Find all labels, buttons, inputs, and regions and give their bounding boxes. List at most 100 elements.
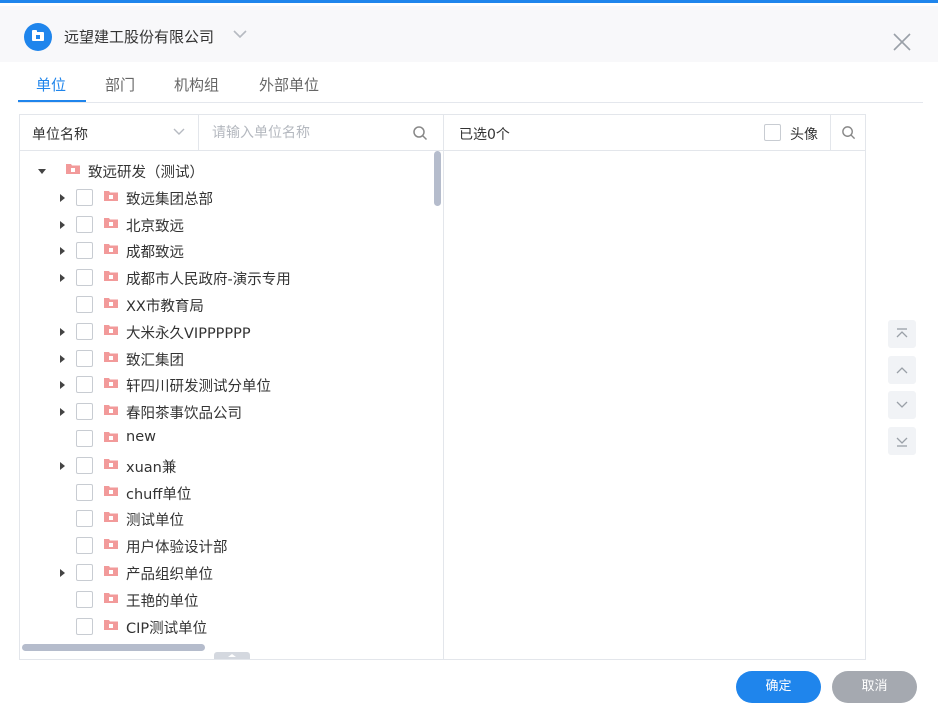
tree-node[interactable]: 王艳的单位: [20, 586, 433, 613]
tree-node[interactable]: 测试单位: [20, 505, 433, 532]
tree-node-label: 成都致远: [126, 245, 184, 262]
tree-node-label: 致远集团总部: [126, 191, 213, 208]
tree-node[interactable]: CIP测试单位: [20, 613, 433, 640]
tab-external-unit[interactable]: 外部单位: [259, 74, 319, 95]
tree-node[interactable]: 致远集团总部: [20, 184, 433, 211]
caret-right-icon[interactable]: [60, 354, 65, 363]
org-name[interactable]: 远望建工股份有限公司: [64, 26, 214, 47]
tree-node-label: CIP测试单位: [126, 620, 208, 637]
tree-node[interactable]: 轩四川研发测试分单位: [20, 371, 433, 398]
caret-right-icon[interactable]: [60, 569, 65, 577]
tree-node-label: 大米永久VIPPPPPP: [126, 325, 251, 342]
collapse-toggle[interactable]: [214, 652, 250, 659]
checkbox[interactable]: [76, 376, 93, 394]
tree-node-label: new: [126, 429, 156, 445]
checkbox[interactable]: [76, 296, 93, 313]
caret-right-icon[interactable]: [60, 381, 65, 390]
caret-right-icon[interactable]: [60, 408, 65, 417]
checkbox[interactable]: [76, 403, 93, 421]
tree-node[interactable]: new: [20, 425, 433, 452]
move-to-top-button[interactable]: [888, 320, 916, 348]
tree-node-label: 成都市人民政府-演示专用: [126, 272, 291, 289]
tree-node[interactable]: 成都市人民政府-演示专用: [20, 264, 433, 291]
unit-folder-icon: [104, 190, 118, 201]
unit-folder-icon: [104, 619, 118, 630]
search-type-select[interactable]: 单位名称: [20, 115, 199, 150]
tab-department[interactable]: 部门: [105, 74, 135, 95]
checkbox[interactable]: [76, 617, 93, 635]
move-top-icon: [896, 328, 908, 338]
tree-node-label: xuan兼: [126, 459, 177, 476]
move-down-button[interactable]: [888, 391, 916, 419]
search-icon[interactable]: [412, 125, 428, 141]
unit-search-input[interactable]: [200, 115, 415, 150]
unit-folder-icon: [104, 485, 118, 496]
checkbox[interactable]: [76, 188, 93, 206]
tree-node[interactable]: XX市教育局: [20, 291, 433, 318]
caret-down-icon[interactable]: [38, 169, 46, 174]
search-icon: [842, 126, 856, 140]
caret-right-icon[interactable]: [60, 274, 65, 283]
dialog-header: 远望建工股份有限公司: [0, 6, 938, 62]
tree-node[interactable]: 成都致远: [20, 237, 433, 264]
tab-bar: 单位 部门 机构组 外部单位: [18, 63, 923, 103]
unit-folder-icon: [104, 458, 118, 469]
move-to-bottom-button[interactable]: [888, 427, 916, 455]
unit-folder-icon: [104, 405, 118, 416]
tree-search-bar: 单位名称: [20, 115, 443, 151]
caret-right-icon[interactable]: [60, 461, 65, 470]
checkbox[interactable]: [76, 349, 93, 367]
vertical-scrollbar[interactable]: [434, 151, 441, 206]
tree-node[interactable]: chuff单位: [20, 479, 433, 506]
horizontal-scrollbar[interactable]: [22, 644, 205, 651]
tree-node-label: 致汇集团: [126, 352, 184, 369]
unit-folder-icon: [66, 164, 80, 174]
selected-search-button[interactable]: [830, 115, 865, 150]
selected-count: 已选0个: [459, 127, 510, 143]
checkbox[interactable]: [76, 430, 93, 447]
caret-right-icon[interactable]: [60, 327, 65, 336]
tree-node-label: 轩四川研发测试分单位: [126, 379, 271, 396]
checkbox[interactable]: [76, 322, 93, 340]
organization-icon: [24, 23, 52, 51]
checkbox[interactable]: [76, 456, 93, 474]
caret-right-icon[interactable]: [60, 247, 65, 256]
caret-right-icon[interactable]: [60, 193, 65, 202]
unit-folder-icon: [104, 351, 118, 362]
selected-header: 已选0个 头像: [444, 115, 865, 151]
tree-node[interactable]: 致远研发（测试）: [20, 157, 433, 184]
checkbox[interactable]: [76, 537, 93, 555]
checkbox[interactable]: [764, 124, 781, 141]
tree-node[interactable]: 北京致远: [20, 211, 433, 238]
tab-org-group[interactable]: 机构组: [174, 74, 219, 95]
checkbox[interactable]: [76, 215, 93, 233]
tree-node[interactable]: 用户体验设计部: [20, 532, 433, 559]
confirm-button[interactable]: 确定: [736, 671, 821, 703]
unit-tree-panel: 单位名称 致远研发（测试） 致远集团总部北京致远成都致远成都市人民政府-演示专用 X…: [19, 114, 444, 660]
tree-node-label: 北京致远: [126, 218, 184, 235]
search-type-label: 单位名称: [32, 127, 88, 143]
checkbox[interactable]: [76, 269, 93, 287]
chevron-down-icon[interactable]: [232, 29, 248, 39]
checkbox[interactable]: [76, 242, 93, 260]
checkbox[interactable]: [76, 483, 93, 501]
cancel-button[interactable]: 取消: [832, 671, 917, 703]
tree-node[interactable]: xuan兼: [20, 452, 433, 479]
avatar-label: 头像: [790, 127, 818, 143]
unit-folder-icon: [104, 378, 118, 389]
tree-node[interactable]: 春阳茶事饮品公司: [20, 398, 433, 425]
tree-node[interactable]: 产品组织单位: [20, 559, 433, 586]
checkbox[interactable]: [76, 590, 93, 608]
checkbox[interactable]: [76, 564, 93, 581]
tree-node[interactable]: 大米永久VIPPPPPP: [20, 318, 433, 345]
unit-folder-icon: [104, 271, 118, 282]
unit-folder-icon: [104, 539, 118, 550]
close-icon[interactable]: [890, 30, 914, 54]
tree-node-label: 测试单位: [126, 513, 184, 530]
move-up-button[interactable]: [888, 356, 916, 384]
tab-unit[interactable]: 单位: [36, 74, 66, 95]
checkbox[interactable]: [76, 510, 93, 528]
tree-node[interactable]: 致汇集团: [20, 345, 433, 372]
tree-node-label: chuff单位: [126, 486, 192, 503]
caret-right-icon[interactable]: [60, 220, 65, 229]
